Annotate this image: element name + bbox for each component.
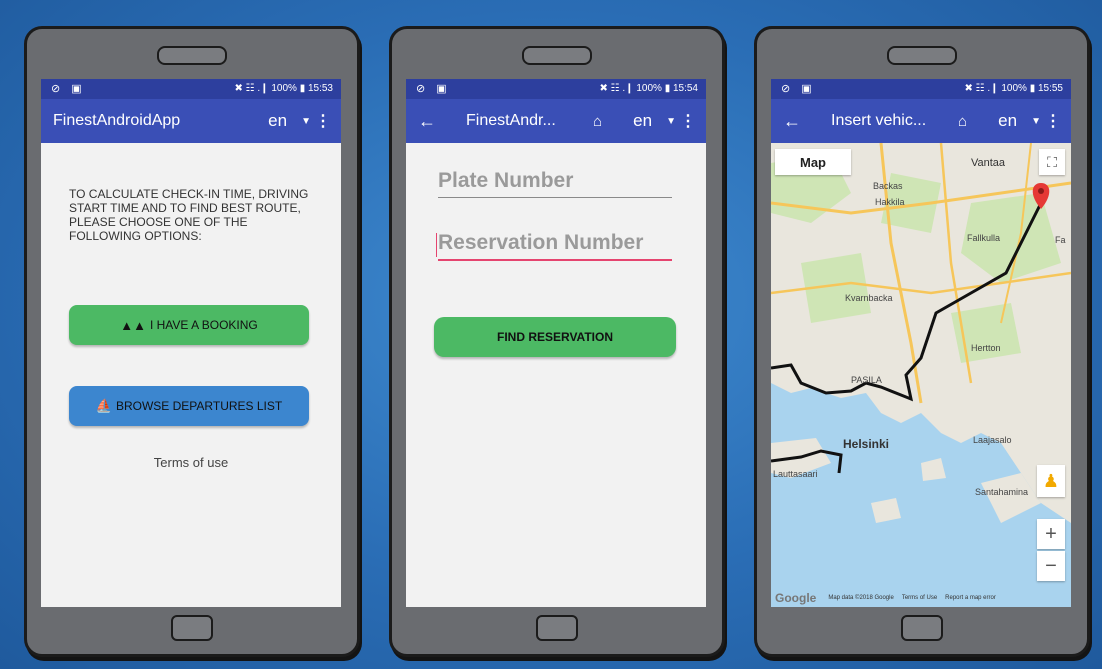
status-left-icons: ⊘ ▣: [416, 83, 451, 95]
plate-number-placeholder: Plate Number: [438, 169, 574, 192]
language-dropdown[interactable]: en ▼: [268, 111, 311, 131]
place-label: Hakkila: [875, 197, 905, 207]
home-icon[interactable]: ⌂: [593, 113, 602, 130]
fullscreen-icon[interactable]: ⛶: [1039, 149, 1065, 175]
status-left-icons: ⊘ ▣: [51, 83, 86, 95]
have-booking-label: I HAVE A BOOKING: [149, 318, 258, 332]
ship-icon: ⛵: [95, 398, 112, 413]
back-arrow-icon[interactable]: ←: [783, 111, 807, 132]
map-data-credit: Map data ©2018 Google: [828, 595, 894, 601]
island: [871, 498, 901, 523]
status-bar: ⊘ ▣ ✖ ☷ .❙ 100% ▮ 15:55: [771, 79, 1071, 99]
app-bar: FinestAndroidApp en ▼ ⋮: [41, 99, 341, 143]
screen-map: ⊘ ▣ ✖ ☷ .❙ 100% ▮ 15:55 ← Insert vehic..…: [771, 79, 1071, 607]
app-title: FinestAndr...: [466, 112, 556, 129]
island: [921, 458, 946, 481]
home-button: [171, 615, 213, 641]
speaker-grille: [157, 46, 227, 65]
place-label: Hertton: [971, 343, 1001, 353]
place-label: Kvarnbacka: [845, 293, 893, 303]
app-title: FinestAndroidApp: [53, 112, 181, 129]
app-bar: ← FinestAndr... ⌂ en ▼ ⋮: [406, 99, 706, 143]
text-cursor: [436, 233, 437, 257]
app-title: Insert vehic...: [831, 112, 927, 129]
zoom-out-button[interactable]: −: [1037, 551, 1065, 581]
place-label: Backas: [873, 181, 903, 191]
overflow-menu-icon[interactable]: ⋮: [1045, 111, 1061, 131]
speaker-grille: [887, 46, 957, 65]
dropdown-arrow-icon: ▼: [1031, 115, 1041, 127]
place-label: Fa: [1055, 235, 1066, 245]
reservation-number-placeholder: Reservation Number: [438, 231, 644, 254]
status-right: ✖ ☷ .❙ 100% ▮ 15:53: [234, 83, 334, 94]
dropdown-arrow-icon: ▼: [666, 115, 676, 127]
language-value: en: [268, 111, 288, 130]
status-right: ✖ ☷ .❙ 100% ▮ 15:55: [964, 83, 1064, 94]
place-label: Lauttasaari: [773, 469, 818, 479]
map-attribution: Google Map data ©2018 Google Terms of Us…: [775, 591, 1067, 605]
home-icon[interactable]: ⌂: [958, 113, 967, 130]
status-bar: ⊘ ▣ ✖ ☷ .❙ 100% ▮ 15:53: [41, 79, 341, 99]
reservation-number-input[interactable]: Reservation Number: [436, 231, 672, 261]
place-label: PASILA: [851, 375, 882, 385]
marker-dot: [1038, 188, 1044, 194]
dropdown-arrow-icon: ▼: [301, 115, 311, 127]
terms-of-use-link[interactable]: Terms of Use: [902, 595, 937, 601]
place-label: Fallkulla: [967, 233, 1001, 243]
language-value: en: [633, 111, 653, 130]
report-error-link[interactable]: Report a map error: [945, 595, 996, 601]
place-label: Helsinki: [843, 437, 890, 451]
terms-of-use-link[interactable]: Terms of use: [41, 455, 341, 470]
screen-home: ⊘ ▣ ✖ ☷ .❙ 100% ▮ 15:53 FinestAndroidApp…: [41, 79, 341, 607]
overflow-menu-icon[interactable]: ⋮: [680, 111, 696, 131]
status-right: ✖ ☷ .❙ 100% ▮ 15:54: [599, 83, 699, 94]
map-type-tab[interactable]: Map: [775, 149, 851, 175]
place-label: Vantaa: [971, 157, 1006, 169]
phone-frame-3: ⊘ ▣ ✖ ☷ .❙ 100% ▮ 15:55 ← Insert vehic..…: [754, 26, 1090, 657]
browse-departures-label: BROWSE DEPARTURES LIST: [115, 399, 283, 413]
map-canvas: [771, 143, 1071, 523]
street-view-pegman-icon[interactable]: ♟: [1037, 465, 1065, 497]
browse-departures-button[interactable]: ⛵ BROWSE DEPARTURES LIST: [69, 386, 309, 426]
google-logo: Google: [775, 591, 817, 605]
app-bar: ← Insert vehic... ⌂ en ▼ ⋮: [771, 99, 1071, 143]
place-label: Laajasalo: [973, 435, 1012, 445]
find-reservation-button[interactable]: FIND RESERVATION: [434, 317, 676, 357]
screen-find-reservation: ⊘ ▣ ✖ ☷ .❙ 100% ▮ 15:54 ← FinestAndr... …: [406, 79, 706, 607]
language-dropdown[interactable]: en ▼: [998, 111, 1041, 131]
home-button: [536, 615, 578, 641]
speaker-grille: [522, 46, 592, 65]
language-dropdown[interactable]: en ▼: [633, 111, 676, 131]
place-label: Santahamina: [975, 487, 1029, 497]
road-icon: ▲▲: [120, 317, 146, 333]
language-value: en: [998, 111, 1018, 130]
instructions-text: TO CALCULATE CHECK-IN TIME, DRIVING STAR…: [69, 187, 309, 243]
status-left-icons: ⊘ ▣: [781, 83, 816, 95]
have-booking-button[interactable]: ▲▲ I HAVE A BOOKING: [69, 305, 309, 345]
route-map[interactable]: Map ⛶ Vantaa Backas Hakkila Fallkulla Fa…: [771, 143, 1071, 607]
zoom-in-button[interactable]: +: [1037, 519, 1065, 549]
overflow-menu-icon[interactable]: ⋮: [315, 111, 331, 131]
phone-frame-1: ⊘ ▣ ✖ ☷ .❙ 100% ▮ 15:53 FinestAndroidApp…: [24, 26, 360, 657]
back-arrow-icon[interactable]: ←: [418, 111, 442, 132]
plate-number-input[interactable]: Plate Number: [438, 169, 672, 198]
status-bar: ⊘ ▣ ✖ ☷ .❙ 100% ▮ 15:54: [406, 79, 706, 99]
home-button: [901, 615, 943, 641]
phone-frame-2: ⊘ ▣ ✖ ☷ .❙ 100% ▮ 15:54 ← FinestAndr... …: [389, 26, 725, 657]
